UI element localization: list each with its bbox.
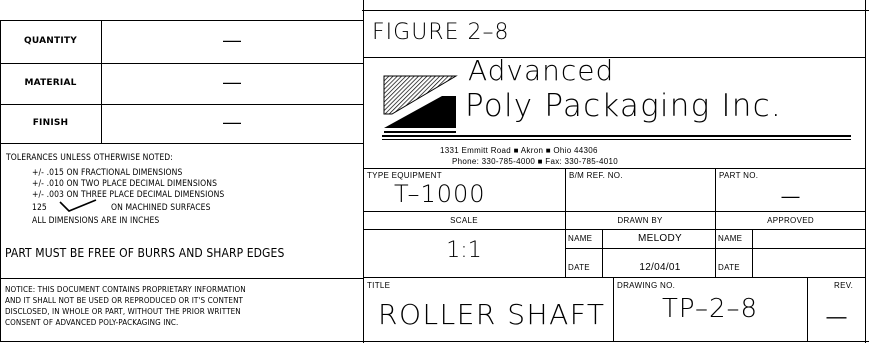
type-equipment-value: T–1000	[394, 180, 486, 208]
bm-ref-label: B/M REF. NO.	[569, 171, 623, 180]
scale-value: 1:1	[446, 238, 482, 263]
company-name-line-1: Advanced	[468, 54, 615, 87]
frame-line	[363, 0, 364, 343]
grid-line	[363, 168, 866, 169]
burrs-note: PART MUST BE FREE OF BURRS AND SHARP EDG…	[5, 246, 285, 260]
scale-label: SCALE	[450, 216, 478, 225]
drawing-no-label: DRAWING NO.	[617, 281, 676, 290]
approved-date-label: DATE	[718, 263, 740, 272]
company-address: 1331 Emmitt Road ■ Akron ■ Ohio 44306	[440, 146, 598, 155]
notice-line-3: DISCLOSED, IN WHOLE OR PART, WITHOUT THE…	[5, 307, 241, 316]
frame-line	[0, 341, 869, 342]
frame-line	[865, 0, 866, 343]
table-line	[0, 143, 364, 144]
table-line	[0, 278, 364, 279]
quantity-label: QUANTITY	[24, 36, 77, 46]
logo-underline	[382, 135, 851, 137]
material-label: MATERIAL	[24, 78, 77, 88]
drawn-name-value: MELODY	[637, 233, 683, 244]
rev-value: —	[826, 306, 847, 328]
grid-line	[602, 229, 603, 277]
grid-line	[363, 229, 866, 230]
title-label: TITLE	[367, 281, 391, 290]
grid-line	[363, 211, 866, 212]
table-line	[0, 63, 364, 64]
tolerance-fractional: +/- .015 ON FRACTIONAL DIMENSIONS	[32, 168, 183, 178]
surface-finish-check-icon	[59, 199, 97, 212]
logo-underline	[382, 139, 851, 140]
tolerances-heading: TOLERANCES UNLESS OTHERWISE NOTED:	[6, 153, 173, 163]
type-equipment-label: TYPE EQUIPMENT	[367, 171, 442, 180]
approved-name-label: NAME	[718, 234, 743, 243]
notice-line-4: CONSENT OF ADVANCED POLY-PACKAGING INC.	[5, 318, 179, 327]
figure-label: FIGURE 2–8	[372, 20, 510, 45]
part-no-value: —	[781, 186, 800, 206]
material-value: —	[223, 72, 241, 92]
company-phone: Phone: 330-785-4000 ■ Fax: 330-785-4010	[452, 157, 618, 166]
notice-line-2: AND IT SHALL NOT BE USED OR REPRODUCED O…	[5, 296, 244, 305]
finish-label: FINISH	[32, 118, 69, 128]
table-line	[0, 20, 364, 21]
frame-line	[362, 10, 869, 11]
table-line	[0, 20, 1, 342]
table-line	[0, 104, 364, 105]
notice-line-1: NOTICE: THIS DOCUMENT CONTAINS PROPRIETA…	[5, 285, 246, 294]
company-name-line-2: Poly Packaging Inc.	[465, 88, 782, 124]
finish-value: —	[223, 112, 241, 132]
company-logo	[383, 75, 458, 137]
drawn-name-label: NAME	[568, 234, 593, 243]
rev-label: REV.	[834, 281, 854, 290]
approved-label: APPROVED	[767, 216, 814, 225]
drawn-date-label: DATE	[568, 263, 590, 272]
divider-line	[363, 57, 866, 58]
surface-finish-text: ON MACHINED SURFACES	[111, 203, 211, 213]
title-value: ROLLER SHAFT	[378, 298, 606, 331]
drawn-date-value: 12/04/01	[639, 262, 681, 273]
grid-line	[752, 229, 753, 277]
surface-finish-value: 125	[32, 203, 47, 213]
drawing-no-value: TP–2–8	[661, 294, 759, 324]
units-note: ALL DIMENSIONS ARE IN INCHES	[32, 216, 160, 226]
quantity-value: —	[223, 30, 241, 50]
grid-line	[363, 277, 866, 278]
tolerance-two-place: +/- .010 ON TWO PLACE DECIMAL DIMENSIONS	[32, 179, 218, 189]
part-no-label: PART NO.	[719, 171, 759, 180]
drawn-by-label: DRAWN BY	[617, 216, 663, 225]
